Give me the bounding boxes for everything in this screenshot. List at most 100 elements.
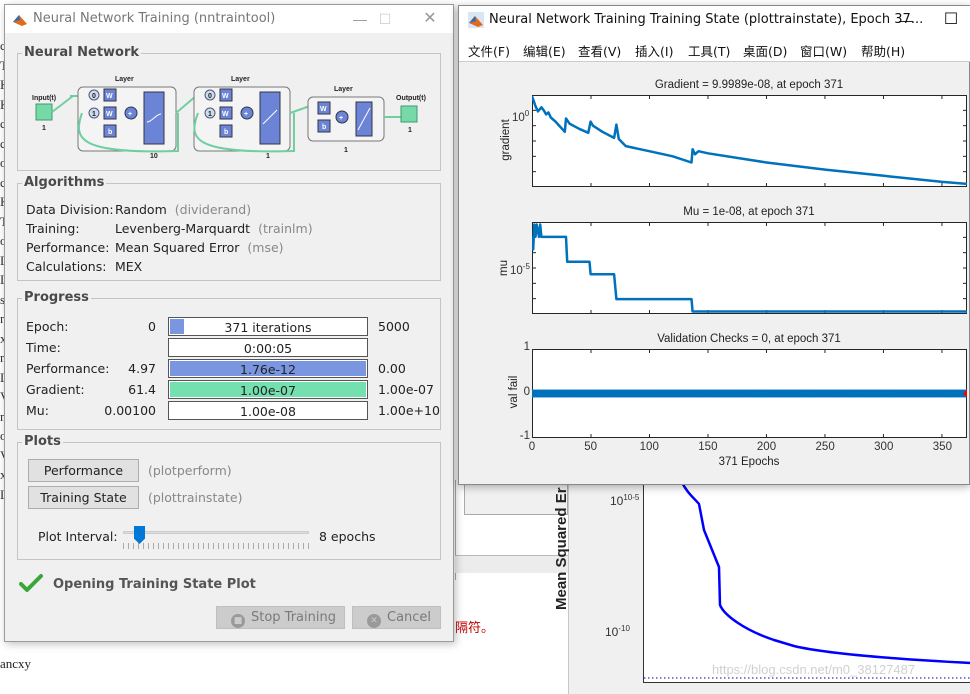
progress-value: 1.00e-07 [240, 383, 296, 398]
algorithm-row: Calculations: MEX [26, 259, 143, 274]
network-diagram: Input(t) 1 Layer 0 1 W W b + 10 Layer 0 … [32, 76, 426, 160]
menu-view[interactable]: 查看(V) [578, 41, 621, 60]
progress-min: 0 [148, 319, 156, 334]
title-bar[interactable]: Neural Network Training (nntraintool) — … [5, 5, 453, 33]
progress-value: 1.76e-12 [240, 362, 296, 377]
stop-training-button[interactable]: ■ Stop Training [216, 606, 345, 629]
axes-box [532, 95, 967, 187]
progress-bar: 1.00e-08 [168, 401, 368, 420]
gradient-chart [532, 95, 967, 187]
svg-text:W: W [106, 111, 113, 118]
performance-plot-button[interactable]: Performance [28, 459, 139, 482]
gradient-ytick: 100 [512, 109, 530, 124]
svg-text:W: W [320, 106, 327, 113]
x-tick-label: 250 [815, 441, 835, 453]
performance-curve [679, 480, 970, 665]
algorithm-fn: (trainlm) [258, 221, 313, 236]
mu-ytick: 10-5 [510, 262, 530, 277]
svg-text:0: 0 [92, 93, 96, 100]
minimize-button[interactable]: — [891, 10, 921, 30]
progress-label: Epoch: [26, 319, 69, 334]
editor-text-line: ancxy [0, 656, 32, 671]
svg-text:b: b [322, 124, 326, 131]
progress-label: Mu: [26, 403, 49, 418]
gradient-chart-title: Gradient = 9.9989e-08, at epoch 371 [654, 79, 844, 91]
y-tick-label: 0 [523, 385, 530, 398]
perf-ytick-1: 1010-5 [610, 493, 640, 508]
mu-chart [532, 222, 967, 314]
maximize-button[interactable]: ☐ [370, 9, 400, 29]
x-tick-label: 200 [756, 441, 777, 453]
plot-interval-value: 8 epochs [319, 529, 376, 544]
title-bar[interactable]: Neural Network Training Training State (… [459, 6, 970, 34]
progress-group: Progress Epoch: 0 371 iterations 5000 Time: 0… [17, 290, 441, 430]
valfail-chart [532, 349, 967, 438]
algorithm-value: Random [115, 202, 167, 217]
mu-chart-title: Mu = 1e-08, at epoch 371 [683, 206, 815, 218]
x-tick-label: 50 [584, 441, 598, 453]
cancel-button[interactable]: ✕ Cancel [352, 606, 441, 629]
menu-insert[interactable]: 插入(I) [635, 41, 673, 60]
progress-label: Time: [26, 340, 61, 355]
close-button[interactable]: ✕ [415, 9, 445, 29]
progress-value: 371 iterations [224, 320, 312, 335]
svg-text:1: 1 [344, 147, 348, 154]
mu-ylabel: mu [498, 260, 510, 276]
window-title: Neural Network Training (nntraintool) [33, 11, 276, 26]
layer-3-label: Layer [334, 86, 353, 93]
progress-row: Epoch: 0 371 iterations 5000 [26, 317, 446, 336]
training-state-plot-button[interactable]: Training State [28, 486, 139, 509]
algorithms-group: Algorithms Data Division:Random (dividera… [17, 175, 441, 281]
progress-min: 61.4 [128, 382, 156, 397]
plot-interval-slider-track[interactable] [123, 531, 309, 534]
progress-min: 4.97 [128, 361, 156, 376]
maximize-button[interactable]: ☐ [936, 10, 966, 30]
menu-desktop[interactable]: 桌面(D) [743, 41, 787, 60]
menu-help[interactable]: 帮助(H) [861, 41, 905, 60]
valfail-chart-title: Validation Checks = 0, at epoch 371 [657, 333, 841, 345]
progress-bar: 371 iterations [168, 317, 368, 336]
input-block [35, 103, 53, 121]
slider-ticks [123, 543, 309, 549]
progress-max: 1.00e+10 [378, 403, 440, 418]
algorithm-row: Data Division:Random (dividerand) [26, 202, 252, 217]
menu-window[interactable]: 窗口(W) [800, 41, 847, 60]
editor-error-text: 隔符。 [455, 620, 495, 635]
progress-value: 1.00e-08 [240, 404, 296, 419]
plot-fn-label: (plottrainstate) [148, 490, 243, 505]
progress-value: 0:00:05 [243, 341, 293, 356]
algorithm-value: Levenberg-Marquardt [115, 221, 251, 236]
progress-row: Mu: 0.00100 1.00e-08 1.00e+10 [26, 401, 446, 420]
input-label: Input(t) [32, 95, 56, 102]
progress-row: Performance: 4.97 1.76e-12 0.00 [26, 359, 446, 378]
algorithm-row: Training: Levenberg-Marquardt (trainlm) [26, 221, 313, 236]
stop-icon: ■ [231, 614, 245, 628]
background-panel-strip [455, 555, 568, 573]
svg-text:+: + [244, 111, 248, 118]
output-block [400, 105, 418, 123]
y-tick-label: -1 [519, 430, 530, 442]
progress-max: 5000 [378, 319, 410, 334]
y-tick-label: 1 [523, 341, 530, 353]
valfail-xlabel: 371 Epochs [718, 456, 780, 468]
menu-file[interactable]: 文件(F) [468, 41, 510, 60]
menu-edit[interactable]: 编辑(E) [523, 41, 566, 60]
svg-text:1: 1 [208, 111, 212, 118]
progress-row: Time: 0:00:05 [26, 338, 446, 357]
layer-2-label: Layer [231, 76, 250, 83]
x-tick-label: 150 [698, 441, 718, 453]
progress-min: 0.00100 [104, 403, 156, 418]
progress-bar: 0:00:05 [168, 338, 368, 357]
menu-tools[interactable]: 工具(T) [688, 41, 730, 60]
axes-box [532, 222, 967, 314]
neural-network-group: Neural Network Input(t) 1 Layer 0 1 W W … [17, 45, 441, 171]
svg-text:+: + [339, 115, 343, 122]
nntraintool-window: Neural Network Training (nntraintool) — … [4, 4, 454, 642]
svg-text:W: W [106, 93, 113, 100]
svg-text:1: 1 [266, 153, 270, 160]
input-size: 1 [42, 125, 46, 132]
plot-interval-label: Plot Interval: [38, 529, 118, 544]
cancel-icon: ✕ [367, 614, 381, 628]
perf-ylabel: Mean Squared Er [553, 487, 570, 610]
matlab-icon [468, 12, 484, 28]
